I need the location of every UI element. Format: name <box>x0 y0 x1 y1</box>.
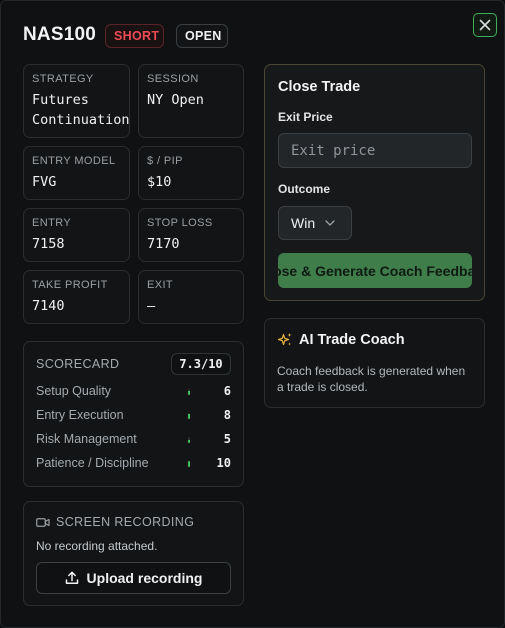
recording-title: SCREEN RECORDING <box>56 515 195 529</box>
card-value: 7140 <box>32 298 65 314</box>
score-bar-fill <box>188 440 190 443</box>
coach-title: AI Trade Coach <box>299 332 405 348</box>
trade-symbol: NAS100 <box>23 24 97 45</box>
score-value: 8 <box>223 408 231 422</box>
card-value: Futures Continuation <box>32 92 130 128</box>
close-and-generate-feedback-button[interactable]: Close & Generate Coach Feedback <box>278 253 472 288</box>
direction-badge: SHORT <box>105 24 164 48</box>
close-icon <box>479 19 491 31</box>
score-bar-fill <box>188 391 190 395</box>
upload-recording-label: Upload recording <box>86 570 203 586</box>
score-bar-fill <box>188 414 190 419</box>
entry-model-card: ENTRY MODEL FVG <box>23 146 130 200</box>
card-value: 7158 <box>32 236 65 252</box>
close-trade-title: Close Trade <box>278 79 361 95</box>
scorecard-row: Risk Management 5 <box>36 430 233 450</box>
card-value: — <box>147 298 156 314</box>
score-bar <box>188 389 190 395</box>
recording-status: No recording attached. <box>36 539 158 553</box>
score-name: Entry Execution <box>36 408 124 422</box>
submit-label: Close & Generate Coach Feedback <box>278 262 472 279</box>
card-value: 7170 <box>147 236 180 252</box>
ai-trade-coach-card: AI Trade Coach Coach feedback is generat… <box>264 318 485 408</box>
scorecard-title: SCORECARD <box>36 357 120 371</box>
scorecard: SCORECARD 7.3/10 Setup Quality 6 Entry E… <box>23 341 244 487</box>
card-label: STOP LOSS <box>147 217 213 229</box>
outcome-selected-value: Win <box>291 215 316 231</box>
score-name: Risk Management <box>36 432 137 446</box>
sparkles-icon <box>277 333 292 346</box>
session-card: SESSION NY Open <box>138 64 244 138</box>
scorecard-row: Entry Execution 8 <box>36 406 233 426</box>
score-bar-fill <box>188 461 190 467</box>
card-label: SESSION <box>147 73 199 85</box>
exit-price-label: Exit Price <box>278 110 333 124</box>
score-value: 10 <box>216 456 231 470</box>
exit-card: EXIT — <box>138 270 244 324</box>
take-profit-card: TAKE PROFIT 7140 <box>23 270 130 324</box>
scorecard-row: Patience / Discipline 10 <box>36 454 233 474</box>
coach-header: AI Trade Coach <box>277 332 405 348</box>
strategy-card: STRATEGY Futures Continuation <box>23 64 130 138</box>
score-value: 6 <box>223 384 231 398</box>
card-label: TAKE PROFIT <box>32 279 108 291</box>
card-label: ENTRY MODEL <box>32 155 116 167</box>
pip-value-card: $ / PIP $10 <box>138 146 244 200</box>
status-badge: OPEN <box>176 24 228 48</box>
card-label: ENTRY <box>32 217 72 229</box>
score-name: Setup Quality <box>36 384 112 398</box>
scorecard-row: Setup Quality 6 <box>36 382 233 402</box>
upload-recording-button[interactable]: Upload recording <box>36 562 231 594</box>
chevron-down-icon <box>325 220 335 226</box>
score-bar <box>188 461 190 467</box>
scorecard-total: 7.3/10 <box>171 353 231 375</box>
card-value: NY Open <box>147 92 204 108</box>
exit-price-input[interactable] <box>278 133 472 168</box>
screen-recording-section: SCREEN RECORDING No recording attached. … <box>23 501 244 606</box>
close-trade-form: Close Trade Exit Price Outcome Win Close… <box>264 64 485 301</box>
coach-message: Coach feedback is generated when a trade… <box>277 364 466 394</box>
card-value: $10 <box>147 174 172 190</box>
card-value: FVG <box>32 174 57 190</box>
score-value: 5 <box>223 432 231 446</box>
video-camera-icon <box>36 517 50 527</box>
close-button[interactable] <box>473 13 497 37</box>
card-label: EXIT <box>147 279 174 291</box>
score-name: Patience / Discipline <box>36 456 149 470</box>
upload-icon <box>65 571 78 584</box>
entry-card: ENTRY 7158 <box>23 208 130 262</box>
stop-loss-card: STOP LOSS 7170 <box>138 208 244 262</box>
recording-header: SCREEN RECORDING <box>36 515 194 529</box>
card-label: STRATEGY <box>32 73 94 85</box>
trade-detail-panel: NAS100 SHORT OPEN STRATEGY Futures Conti… <box>0 0 505 628</box>
outcome-select[interactable]: Win <box>278 206 352 240</box>
card-label: $ / PIP <box>147 155 183 167</box>
score-bar <box>188 437 190 443</box>
outcome-label: Outcome <box>278 182 331 196</box>
score-bar <box>188 413 190 419</box>
